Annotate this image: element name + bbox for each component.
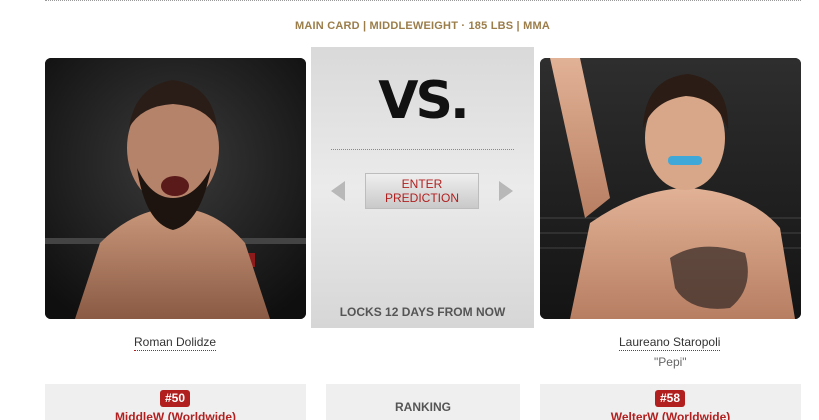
fighter-2-ranking-box: #58 WelterW (Worldwide) (540, 384, 801, 420)
fighter-2-rank-badge: #58 (655, 390, 686, 407)
bout-header: MAIN CARD | MIDDLEWEIGHT · 185 LBS | MMA (295, 20, 550, 32)
ranking-label-box: RANKING (326, 384, 520, 420)
vs-label: VS. (378, 71, 469, 131)
fighter-1-division-link[interactable]: MiddleW (Worldwide) (45, 410, 306, 420)
fighter-2-photo[interactable] (540, 58, 801, 319)
locks-countdown: LOCKS 12 DAYS FROM NOW (339, 305, 506, 319)
ranking-label: RANKING (395, 400, 451, 414)
vs-panel: VS. ENTER PREDICTION LOCKS 12 DAYS FROM … (311, 47, 534, 328)
arrow-right-icon[interactable] (499, 181, 513, 201)
fighter-1-name-link[interactable]: Roman Dolidze (134, 335, 217, 351)
arrow-left-icon[interactable] (331, 181, 345, 201)
fighter-1-ranking-box: #50 MiddleW (Worldwide) (45, 384, 306, 420)
top-divider (45, 0, 801, 1)
vs-divider (331, 149, 514, 150)
fighter-2-nickname: "Pepi" (654, 355, 687, 369)
fighter-1-rank-badge: #50 (160, 390, 191, 407)
enter-prediction-button[interactable]: ENTER PREDICTION (365, 173, 479, 209)
fighter-2-name-link[interactable]: Laureano Staropoli (619, 335, 721, 351)
fighter-1-photo[interactable] (45, 58, 306, 319)
fighter-2-division-link[interactable]: WelterW (Worldwide) (540, 410, 801, 420)
